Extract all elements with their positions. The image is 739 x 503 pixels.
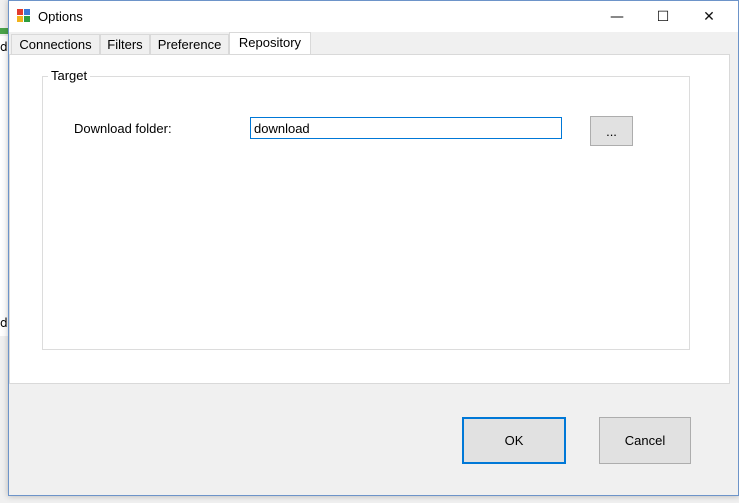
options-dialog: Options — ☐ ✕ Connections Filters Prefer… <box>8 0 739 496</box>
browse-folder-button[interactable]: ... <box>590 116 633 146</box>
tab-filters[interactable]: Filters <box>100 34 150 54</box>
title-bar[interactable]: Options — ☐ ✕ <box>9 1 738 32</box>
tab-preference[interactable]: Preference <box>150 34 229 54</box>
app-icon <box>17 9 31 23</box>
tab-repository[interactable]: Repository <box>229 32 311 55</box>
maximize-button[interactable]: ☐ <box>640 1 686 32</box>
minimize-button[interactable]: — <box>594 1 640 32</box>
tab-connections[interactable]: Connections <box>11 34 100 54</box>
ok-button[interactable]: OK <box>462 417 566 464</box>
tab-strip: Connections Filters Preference Repositor… <box>9 32 738 55</box>
maximize-icon: ☐ <box>656 8 670 25</box>
close-button[interactable]: ✕ <box>686 1 732 32</box>
background-toolbar-strip <box>0 28 8 34</box>
minimize-icon: — <box>610 8 624 25</box>
target-group-legend: Target <box>48 68 91 83</box>
download-folder-label: Download folder: <box>74 121 172 136</box>
window-title: Options <box>38 9 83 24</box>
close-icon: ✕ <box>703 8 715 25</box>
repository-tab-page: Target Download folder: ... <box>9 54 730 384</box>
cancel-button[interactable]: Cancel <box>599 417 691 464</box>
download-folder-input[interactable] <box>250 117 562 139</box>
